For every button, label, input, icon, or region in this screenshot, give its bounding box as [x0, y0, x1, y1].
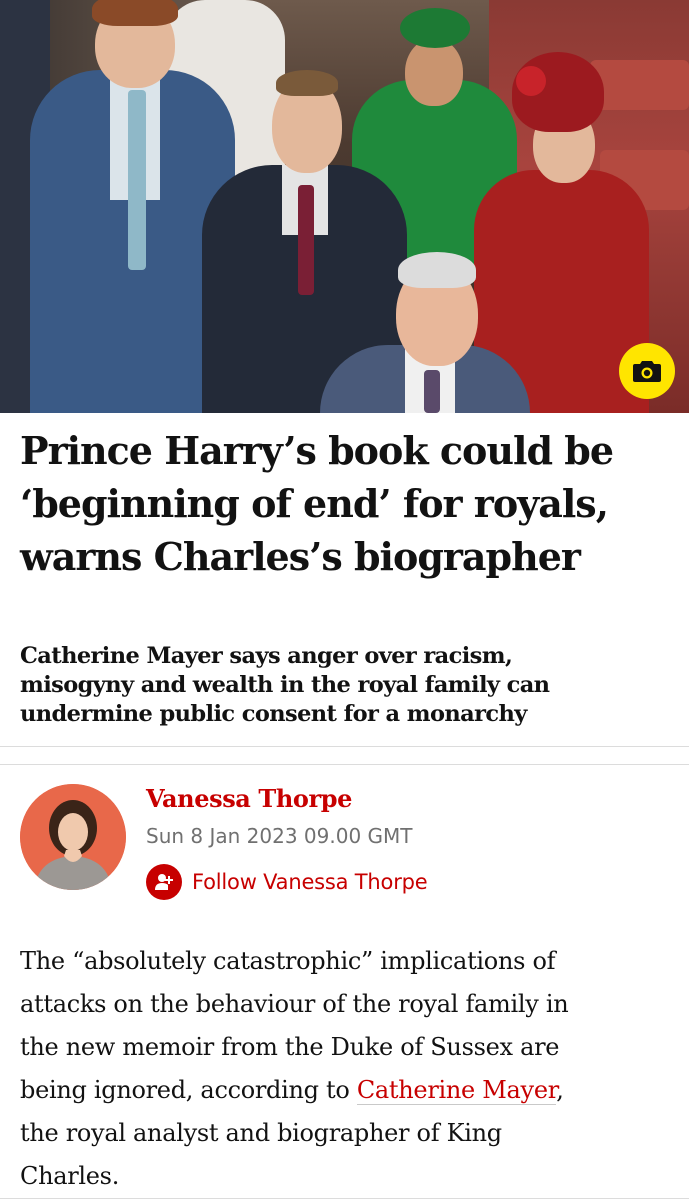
body-line: , [556, 1076, 564, 1104]
divider [0, 764, 689, 765]
catherine-mayer-link[interactable]: Catherine Mayer [356, 1076, 557, 1105]
photo-head [405, 38, 463, 106]
divider [0, 746, 689, 747]
publish-date: Sun 8 Jan 2023 09.00 GMT [146, 824, 413, 848]
headline-line: Prince Harry’s book could be [20, 428, 614, 473]
photo-tie [424, 370, 440, 413]
author-portrait [20, 784, 126, 890]
body-line: the royal analyst and biographer of King [20, 1119, 502, 1147]
add-person-icon [146, 864, 182, 900]
article-body: The “absolutely catastrophic” implicatio… [20, 940, 670, 1198]
follow-label: Follow Vanessa Thorpe [192, 870, 428, 894]
author-avatar[interactable] [20, 784, 126, 890]
headline-line: ‘beginning of end’ for royals, [20, 481, 609, 526]
article-headline: Prince Harry’s book could be ‘beginning … [20, 424, 670, 583]
photo-tie [298, 185, 314, 295]
hero-image[interactable] [0, 0, 689, 413]
photo-hair [398, 252, 476, 288]
standfirst-line: misogyny and wealth in the royal family … [20, 672, 550, 698]
photo-hat-flower [516, 66, 546, 96]
body-line: being ignored, according to [20, 1076, 357, 1104]
photo-hair [92, 0, 178, 26]
standfirst-line: undermine public consent for a monarchy [20, 701, 527, 727]
photo-tie [128, 90, 146, 270]
divider [0, 1198, 689, 1199]
gallery-button[interactable] [619, 343, 675, 399]
photo-green-hat [400, 8, 470, 48]
author-name[interactable]: Vanessa Thorpe [146, 782, 352, 816]
body-line: The “absolutely catastrophic” implicatio… [20, 947, 556, 975]
headline-line: warns Charles’s biographer [20, 534, 581, 579]
body-line: the new memoir from the Duke of Sussex a… [20, 1033, 560, 1061]
body-line: attacks on the behaviour of the royal fa… [20, 990, 569, 1018]
photo-hair [276, 70, 338, 96]
standfirst-line: Catherine Mayer says anger over racism, [20, 643, 513, 669]
article-standfirst: Catherine Mayer says anger over racism, … [20, 642, 670, 729]
body-line: Charles. [20, 1162, 120, 1190]
photo-seat [590, 60, 689, 110]
camera-icon [633, 361, 661, 382]
follow-author-button[interactable]: Follow Vanessa Thorpe [146, 864, 428, 900]
